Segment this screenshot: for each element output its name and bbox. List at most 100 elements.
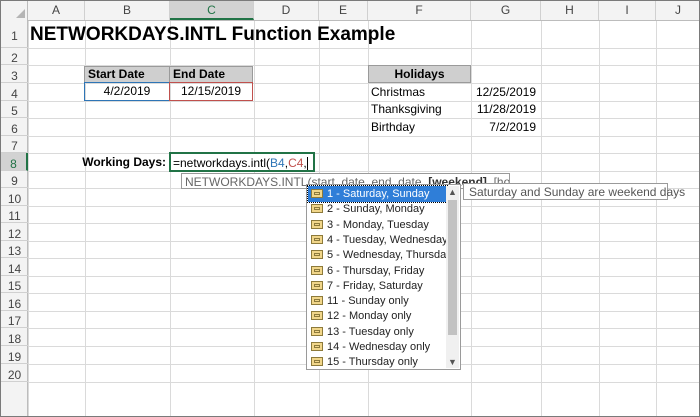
row-header-4[interactable]: 4 <box>1 83 28 101</box>
weekend-option-label: 15 - Thursday only <box>327 356 418 369</box>
weekend-option-label: 7 - Friday, Saturday <box>327 279 423 292</box>
weekend-option-label: 3 - Monday, Tuesday <box>327 218 429 231</box>
row-header-18[interactable]: 18 <box>1 328 28 346</box>
grid-column-line <box>471 1 472 416</box>
cell-f6-holiday-name[interactable]: Birthday <box>371 119 415 136</box>
column-header-b[interactable]: B <box>85 1 170 20</box>
weekend-option-item[interactable]: 1 - Saturday, Sunday <box>307 185 448 203</box>
column-header-d[interactable]: D <box>254 1 319 20</box>
row-header-13[interactable]: 13 <box>1 241 28 258</box>
constant-value-icon <box>311 265 323 275</box>
constant-value-icon <box>311 204 323 214</box>
row-header-8[interactable]: 8 <box>1 153 28 171</box>
scroll-down-arrow-icon[interactable]: ▼ <box>446 356 459 368</box>
row-header-1[interactable]: 1 <box>1 20 28 48</box>
column-header-c[interactable]: C <box>170 1 254 20</box>
grid-row-line <box>1 382 699 383</box>
grid-column-line <box>656 1 657 416</box>
weekend-option-label: 14 - Wednesday only <box>327 341 431 353</box>
text-cursor <box>306 157 308 171</box>
formula-ref-c4: C4 <box>288 156 304 170</box>
constant-value-icon <box>311 219 323 229</box>
weekend-option-item[interactable]: 5 - Wednesday, Thursday <box>308 247 452 263</box>
row-header-17[interactable]: 17 <box>1 311 28 328</box>
cell-g5-holiday-date[interactable]: 11/28/2019 <box>471 101 539 118</box>
cell-a1-title[interactable]: NETWORKDAYS.INTL Function Example <box>30 22 395 48</box>
weekend-option-item[interactable]: 15 - Thursday only <box>308 354 447 370</box>
row-header-5[interactable]: 5 <box>1 101 28 118</box>
weekend-option-item[interactable]: 13 - Tuesday only <box>308 324 447 340</box>
grid-column-line <box>85 1 86 416</box>
grid-row-line <box>1 171 699 172</box>
constant-value-icon <box>311 189 323 198</box>
cell-c4-end-date[interactable]: 12/15/2019 <box>169 82 253 101</box>
constant-value-icon <box>311 280 323 290</box>
row-header-11[interactable]: 11 <box>1 206 28 223</box>
constant-value-icon <box>311 357 323 367</box>
row-header-6[interactable]: 6 <box>1 118 28 136</box>
row-header-9[interactable]: 9 <box>1 171 28 188</box>
weekend-option-item[interactable]: 7 - Friday, Saturday <box>308 278 447 294</box>
select-all-corner[interactable] <box>1 1 28 20</box>
cell-g4-holiday-date[interactable]: 12/25/2019 <box>471 84 539 101</box>
row-header-3[interactable]: 3 <box>1 65 28 83</box>
weekend-option-label: 2 - Sunday, Monday <box>327 203 425 216</box>
column-header-f[interactable]: F <box>368 1 471 20</box>
spreadsheet-window: ABCDEFGHIJ 1 2 3 4 5 6 7 8 9 10 11 12 13 14 15 16 17 18 19… <box>0 0 700 417</box>
cell-g6-holiday-date[interactable]: 7/2/2019 <box>471 119 539 136</box>
grid-column-line <box>28 1 29 416</box>
cell-b4-start-date[interactable]: 4/2/2019 <box>84 82 170 101</box>
column-header-j[interactable]: J <box>656 1 699 20</box>
grid-column-line <box>599 1 600 416</box>
scrollbar-thumb[interactable] <box>448 200 457 335</box>
row-header-10[interactable]: 10 <box>1 188 28 206</box>
weekend-option-label: 1 - Saturday, Sunday <box>327 188 430 200</box>
cell-b3-start-date-header[interactable]: Start Date <box>84 66 170 83</box>
weekend-option-label: 12 - Monday only <box>327 310 412 323</box>
weekend-option-item[interactable]: 4 - Tuesday, Wednesday <box>308 232 448 248</box>
cell-b8-working-days-label[interactable]: Working Days: <box>31 154 169 171</box>
scroll-up-arrow-icon[interactable]: ▲ <box>446 186 459 198</box>
weekend-option-label: 4 - Tuesday, Wednesday <box>327 233 448 246</box>
option-description-tooltip: Saturday and Sunday are weekend days <box>463 183 685 200</box>
constant-value-icon <box>311 311 323 321</box>
column-header-a[interactable]: A <box>28 1 85 20</box>
weekend-options-dropdown[interactable]: 1 - Saturday, Sunday 2 - Sunday, Monday 3 … <box>306 184 461 370</box>
column-header-h[interactable]: H <box>541 1 599 20</box>
column-header-g[interactable]: G <box>471 1 541 20</box>
grid-row-line <box>1 101 699 102</box>
row-header-7[interactable]: 7 <box>1 136 28 153</box>
row-header-14[interactable]: 14 <box>1 258 28 276</box>
weekend-option-item[interactable]: 2 - Sunday, Monday <box>308 201 447 217</box>
constant-value-icon <box>311 326 323 336</box>
weekend-option-label: 6 - Thursday, Friday <box>327 264 425 277</box>
weekend-option-item[interactable]: 14 - Wednesday only <box>308 339 447 355</box>
row-header-15[interactable]: 15 <box>1 276 28 293</box>
weekend-option-item[interactable]: 3 - Monday, Tuesday <box>308 217 447 233</box>
cell-c8-formula-editor[interactable]: =networkdays.intl(B4,C4, <box>169 152 315 172</box>
cell-c3-end-date-header[interactable]: End Date <box>169 66 253 83</box>
select-all-triangle-icon <box>16 9 25 18</box>
grid-column-line <box>254 1 255 416</box>
row-header-12[interactable]: 12 <box>1 223 28 241</box>
row-header-19[interactable]: 19 <box>1 346 28 364</box>
weekend-option-item[interactable]: 11 - Sunday only <box>308 293 447 309</box>
grid-row-line <box>1 136 699 137</box>
row-header-20[interactable]: 20 <box>1 364 28 382</box>
grid-row-line <box>1 48 699 49</box>
cell-f3-holidays-header[interactable]: Holidays <box>368 65 471 83</box>
column-header-i[interactable]: I <box>599 1 656 20</box>
dropdown-scrollbar[interactable]: ▲ ▼ <box>446 186 459 368</box>
constant-value-icon <box>311 296 323 306</box>
cell-f5-holiday-name[interactable]: Thanksgiving <box>371 101 442 118</box>
row-header-16[interactable]: 16 <box>1 293 28 311</box>
column-header-e[interactable]: E <box>319 1 368 20</box>
weekend-option-label: 13 - Tuesday only <box>327 325 414 338</box>
weekend-option-item[interactable]: 12 - Monday only <box>308 308 447 324</box>
constant-value-icon <box>311 234 323 244</box>
cell-f4-holiday-name[interactable]: Christmas <box>371 84 425 101</box>
weekend-option-item[interactable]: 6 - Thursday, Friday <box>308 263 447 279</box>
formula-prefix: =networkdays.intl( <box>173 156 271 170</box>
grid-column-line <box>541 1 542 416</box>
row-header-2[interactable]: 2 <box>1 48 28 65</box>
